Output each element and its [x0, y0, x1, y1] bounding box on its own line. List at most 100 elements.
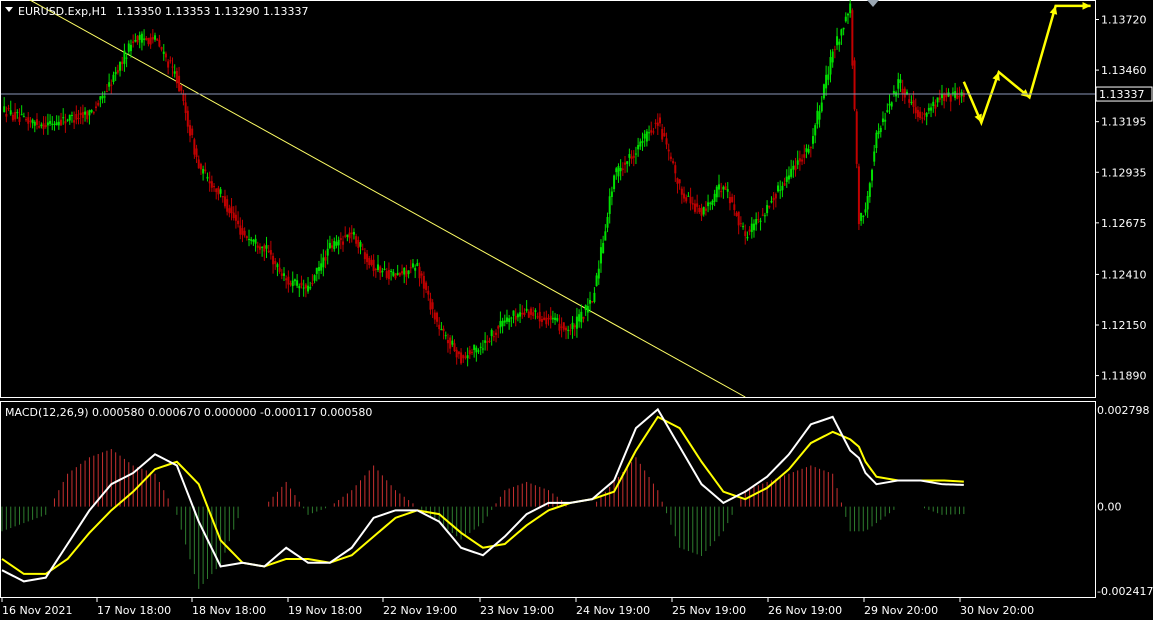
candle-body	[208, 181, 211, 184]
candle-body	[910, 102, 913, 104]
candle-body	[304, 284, 307, 289]
candle-body	[282, 273, 285, 276]
candle-body	[626, 161, 629, 164]
candle-body	[387, 269, 390, 280]
candle-body	[547, 318, 550, 320]
candle-body	[265, 245, 268, 249]
candle-body	[632, 155, 635, 158]
candle-body	[219, 189, 222, 194]
candle-body	[366, 253, 369, 263]
candle-body	[689, 196, 692, 204]
candle-body	[787, 175, 790, 180]
candle-body	[639, 141, 642, 147]
candle-body	[805, 148, 808, 152]
candle-body	[578, 314, 581, 322]
candle-body	[167, 61, 170, 68]
candle-body	[757, 219, 760, 221]
trendline[interactable]	[2, 0, 746, 398]
time-axis-label: 19 Nov 18:00	[288, 604, 362, 617]
symbol-menu-arrow-icon[interactable]	[5, 7, 13, 12]
candle-body	[534, 310, 537, 312]
candle-body	[763, 215, 766, 217]
candle-body	[908, 99, 911, 103]
candle-body	[53, 123, 56, 125]
candle-body	[674, 165, 677, 174]
candle-body	[838, 41, 841, 45]
candle-body	[794, 165, 797, 171]
candle-body	[669, 156, 672, 159]
candle-body	[425, 282, 428, 290]
price-chart[interactable]: 1.13337 1.13720 1.13460 1.13195 1.12935 1.12…	[0, 0, 1153, 620]
candle-body	[464, 356, 467, 358]
candle-body	[5, 113, 8, 117]
candle-body	[84, 111, 87, 115]
candle-body	[746, 236, 749, 239]
candle-body	[827, 74, 830, 80]
candle-body	[206, 176, 209, 179]
forecast-path[interactable]	[962, 4, 1091, 127]
candle-body	[379, 266, 382, 273]
candle-body	[237, 220, 240, 225]
chart-shift-marker-icon[interactable]	[867, 0, 879, 7]
price-axis-label: 1.13460	[1101, 64, 1147, 77]
candle-body	[256, 245, 259, 248]
candle-body	[554, 317, 557, 321]
candle-body	[7, 108, 10, 110]
candle-body	[783, 183, 786, 186]
candle-body	[473, 344, 476, 350]
candle-body	[230, 206, 233, 214]
candle-body	[455, 349, 458, 358]
time-axis-label: 18 Nov 18:00	[192, 604, 266, 617]
candle-body	[73, 120, 76, 123]
candle-body	[711, 200, 714, 205]
time-axis-label: 26 Nov 19:00	[768, 604, 842, 617]
candle-body	[726, 189, 729, 192]
candle-body	[514, 315, 517, 320]
candle-body	[248, 239, 251, 241]
candle-body	[748, 229, 751, 232]
candle-body	[785, 176, 788, 182]
candle-body	[650, 130, 653, 133]
candle-body	[591, 301, 594, 303]
candle-body	[742, 226, 745, 228]
candle-body	[105, 91, 108, 93]
candle-body	[586, 306, 589, 313]
chart-ohlc-values: 1.13350 1.13353 1.13290 1.13337	[116, 5, 308, 18]
candle-body	[307, 285, 310, 292]
candle-body	[886, 110, 889, 113]
candle-body	[112, 74, 115, 83]
candle-body	[296, 280, 299, 286]
candle-body	[414, 268, 417, 271]
candle-body	[261, 246, 264, 248]
candle-body	[766, 205, 769, 214]
candle-body	[543, 317, 546, 320]
candle-body	[656, 122, 659, 126]
time-axis-label: 16 Nov 2021	[2, 604, 72, 617]
candle-body	[178, 75, 181, 92]
candle-body	[604, 231, 607, 241]
candle-body	[862, 216, 865, 218]
candle-body	[624, 162, 627, 165]
candle-body	[479, 346, 482, 348]
time-axis-label: 25 Nov 19:00	[672, 604, 746, 617]
candle-body	[407, 270, 410, 275]
candle-body	[691, 203, 694, 205]
candle-body	[680, 188, 683, 195]
forecast-arrowhead-icon	[1082, 1, 1091, 10]
candle-body	[532, 312, 535, 316]
candle-body	[820, 102, 823, 112]
candle-body	[912, 100, 915, 107]
candle-body	[597, 268, 600, 279]
candle-body	[829, 57, 832, 75]
candle-body	[348, 232, 351, 239]
candle-body	[866, 196, 869, 210]
candle-body	[344, 235, 347, 237]
chart-symbol-label: EURUSD.Exp,H1	[18, 5, 107, 18]
candle-body	[149, 37, 152, 45]
candle-body	[9, 110, 12, 115]
macd-axis-label: 0.00	[1097, 501, 1122, 514]
candle-body	[560, 326, 563, 328]
candle-body	[853, 60, 856, 110]
candle-body	[779, 189, 782, 191]
candle-body	[667, 149, 670, 152]
